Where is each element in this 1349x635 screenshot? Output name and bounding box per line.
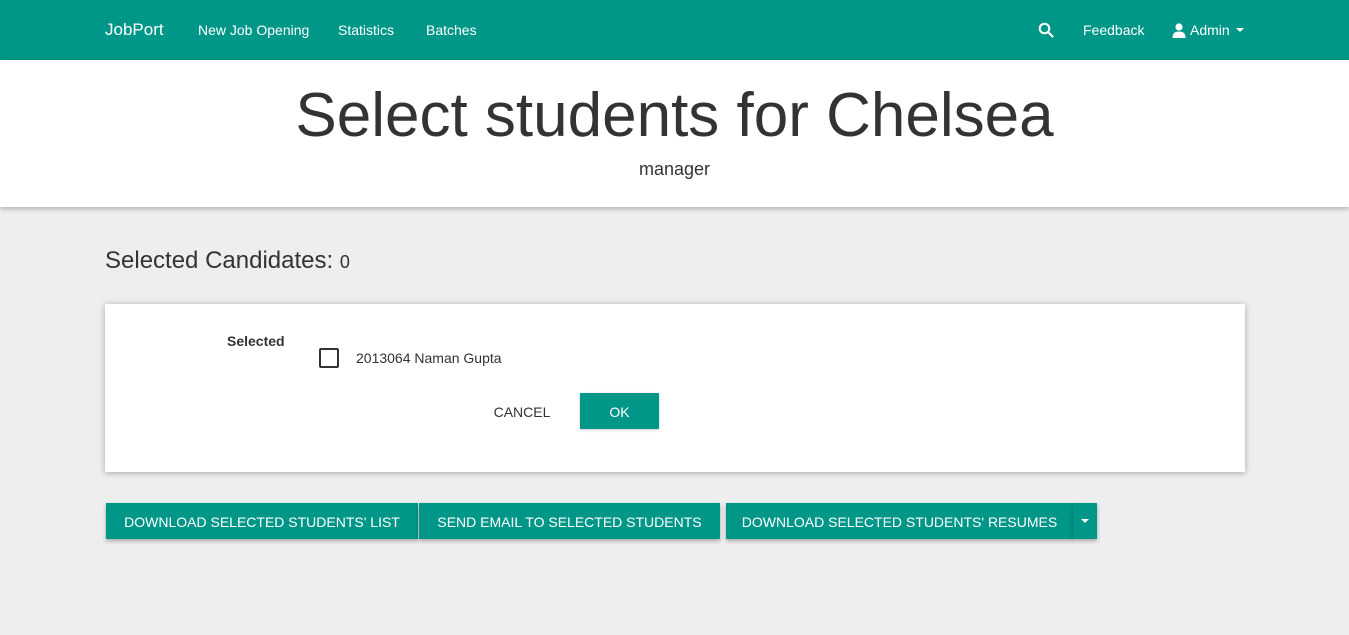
selection-card: Selected 2013064 Naman Gupta CANCEL OK <box>105 304 1245 472</box>
selected-field-label: Selected <box>227 333 285 349</box>
top-navbar: JobPort New Job Opening Statistics Batch… <box>0 0 1349 60</box>
nav-statistics[interactable]: Statistics <box>338 21 394 39</box>
user-icon <box>1172 22 1186 38</box>
nav-feedback[interactable]: Feedback <box>1083 21 1144 39</box>
ok-button[interactable]: OK <box>580 393 659 429</box>
download-resumes-dropdown-toggle[interactable] <box>1073 503 1097 539</box>
page-subtitle: manager <box>638 159 711 179</box>
download-resumes-button[interactable]: DOWNLOAD SELECTED STUDENTS' RESUMES <box>726 503 1073 539</box>
candidate-checkbox-label[interactable]: 2013064 Naman Gupta <box>356 350 502 367</box>
admin-menu[interactable]: Admin <box>1172 21 1244 39</box>
page-title: Select students for Chelsea <box>295 81 1054 150</box>
caret-down-icon <box>1235 28 1244 32</box>
send-email-button[interactable]: SEND EMAIL TO SELECTED STUDENTS <box>419 503 720 539</box>
selected-candidates-heading: Selected Candidates: 0 <box>105 247 350 276</box>
nav-batches[interactable]: Batches <box>426 21 477 39</box>
selected-candidates-label: Selected Candidates: <box>105 247 334 274</box>
brand-link[interactable]: JobPort <box>105 19 164 41</box>
candidate-checkbox[interactable] <box>319 348 339 368</box>
download-selected-list-button[interactable]: DOWNLOAD SELECTED STUDENTS' LIST <box>106 503 418 539</box>
nav-new-job-opening[interactable]: New Job Opening <box>198 21 309 39</box>
admin-label: Admin <box>1190 22 1230 38</box>
page-header: Select students for Chelsea manager <box>0 60 1349 207</box>
cancel-button[interactable]: CANCEL <box>481 393 563 429</box>
search-icon[interactable] <box>1038 22 1054 38</box>
caret-down-icon <box>1081 519 1089 523</box>
selected-candidates-count: 0 <box>339 252 350 272</box>
